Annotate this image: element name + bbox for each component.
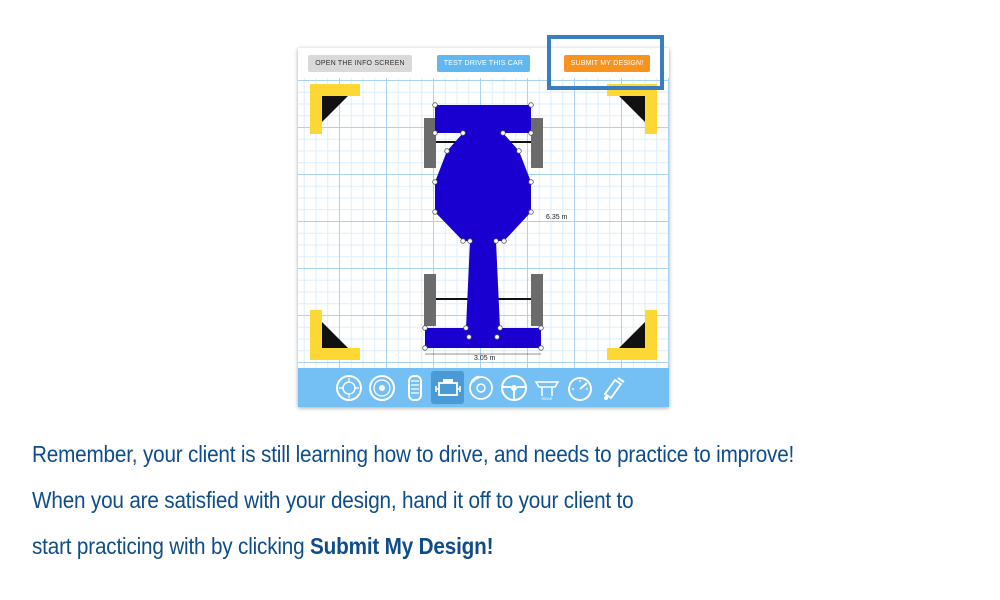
speedometer-icon[interactable] [563,371,596,404]
caption-line-3-prefix: start practicing with by clicking [32,533,311,559]
open-info-screen-button[interactable]: OPEN THE INFO SCREEN [308,55,412,72]
test-drive-button[interactable]: TEST DRIVE THIS CAR [437,55,530,72]
design-canvas[interactable]: 6.35 m 3.05 m [298,78,669,368]
brake-icon[interactable] [464,371,497,404]
tread-icon[interactable] [398,371,431,404]
submit-button-highlight [547,35,664,90]
width-dimension-label: 3.05 m [474,355,496,362]
front-left-wheel [424,118,436,168]
parts-toolbar: REAR [298,368,669,407]
caption-submit-emphasis: Submit My Design! [310,533,494,559]
wheel-icon[interactable] [365,371,398,404]
steering-wheel-icon[interactable] [497,371,530,404]
rear-wing-icon[interactable]: REAR [530,371,563,404]
car-designer-app: OPEN THE INFO SCREEN TEST DRIVE THIS CAR… [298,48,669,407]
svg-text:REAR: REAR [541,396,552,401]
engine-icon[interactable] [431,371,464,404]
car-outline[interactable] [298,78,669,368]
caption-line-2: When you are satisfied with your design,… [32,487,634,513]
length-dimension-label: 6.35 m [546,214,568,221]
rear-right-wheel [531,274,543,326]
caption-line-1: Remember, your client is still learning … [32,441,795,467]
front-right-wheel [531,118,543,168]
caption-line-3: start practicing with by clicking Submit… [32,533,493,560]
paint-icon[interactable] [596,371,629,404]
rear-left-wheel [424,274,436,326]
tire-icon[interactable] [332,371,365,404]
